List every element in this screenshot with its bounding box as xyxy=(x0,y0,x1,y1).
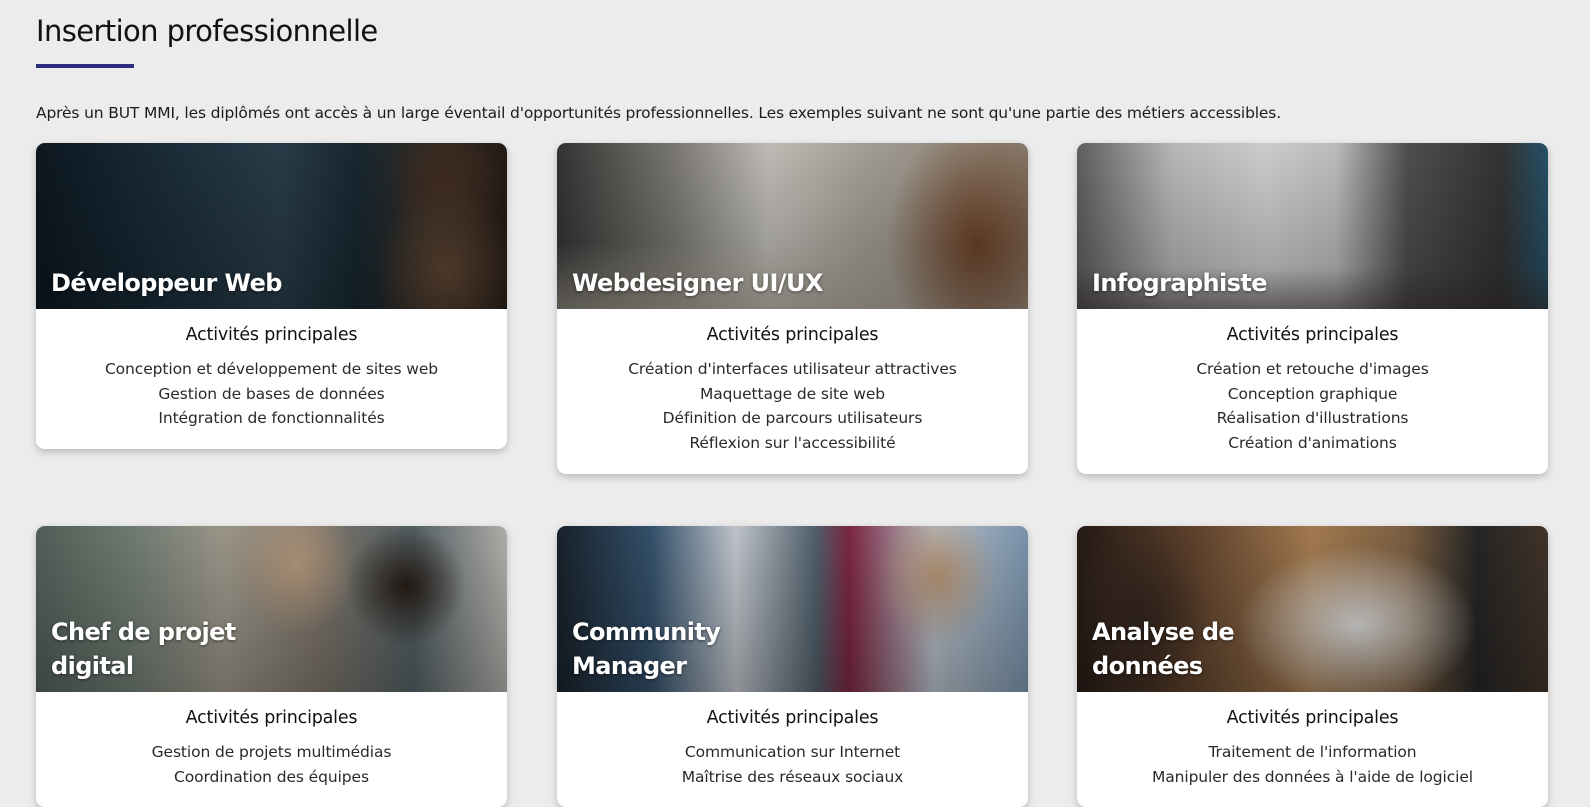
activity-item: Gestion de projets multimédias xyxy=(151,743,392,761)
activity-list: Communication sur Internet Maîtrise des … xyxy=(567,740,1018,789)
card-title: Community Manager xyxy=(572,618,721,680)
card-image: Analyse de données xyxy=(1077,526,1548,692)
activity-list: Création d'interfaces utilisateur attrac… xyxy=(567,357,1018,456)
activity-item: Coordination des équipes xyxy=(174,767,369,786)
activity-item: Conception graphique xyxy=(1227,384,1398,403)
activity-item: Réflexion sur l'accessibilité xyxy=(689,434,896,453)
card-title: Webdesigner UI/UX xyxy=(572,269,823,297)
card-image: Développeur Web xyxy=(36,143,507,309)
activity-item: Communication sur Internet xyxy=(684,743,901,761)
activity-item: Maîtrise des réseaux sociaux xyxy=(681,767,904,786)
intro-text: Après un BUT MMI, les diplômés ont accès… xyxy=(36,104,1282,122)
activity-item: Maquettage de site web xyxy=(699,384,886,403)
activity-item: Gestion de bases de données xyxy=(158,384,385,403)
activity-item: Création d'animations xyxy=(1228,434,1397,453)
card-title: Développeur Web xyxy=(51,269,282,297)
activity-list: Gestion de projets multimédias Coordinat… xyxy=(46,740,497,789)
card-image: Community Manager xyxy=(557,526,1028,692)
card-subtitle: Activités principales xyxy=(185,325,358,345)
job-card-webdesigner: Webdesigner UI/UX Activités principales … xyxy=(557,143,1028,474)
job-card-chef-de-projet: Chef de projet digital Activités princip… xyxy=(36,526,507,807)
card-body: Activités principales Gestion de projets… xyxy=(36,692,507,807)
card-body: Activités principales Création d'interfa… xyxy=(557,309,1028,474)
job-card-analyse-de-donnees: Analyse de données Activités principales… xyxy=(1077,526,1548,807)
activity-list: Traitement de l'information Manipuler de… xyxy=(1087,740,1538,789)
activity-item: Manipuler des données à l'aide de logici… xyxy=(1151,767,1474,786)
activity-item: Intégration de fonctionnalités xyxy=(158,409,385,428)
card-title: Infographiste xyxy=(1092,269,1267,297)
job-card-developpeur-web: Développeur Web Activités principales Co… xyxy=(36,143,507,450)
job-card-infographiste: Infographiste Activités principales Créa… xyxy=(1077,143,1548,474)
card-title: Chef de projet digital xyxy=(51,618,236,680)
card-image: Chef de projet digital xyxy=(36,526,507,692)
activity-item: Création d'interfaces utilisateur attrac… xyxy=(628,360,957,378)
activity-item: Création et retouche d'images xyxy=(1196,360,1429,378)
activity-item: Traitement de l'information xyxy=(1208,743,1417,761)
activity-list: Création et retouche d'images Conception… xyxy=(1087,357,1538,456)
activity-item: Réalisation d'illustrations xyxy=(1216,409,1409,428)
title-underline xyxy=(36,64,134,68)
card-body: Activités principales Traitement de l'in… xyxy=(1077,692,1548,807)
activity-item: Définition de parcours utilisateurs xyxy=(662,409,923,428)
activity-item: Conception et développement de sites web xyxy=(104,360,439,378)
card-image: Webdesigner UI/UX xyxy=(557,143,1028,309)
card-subtitle: Activités principales xyxy=(706,325,879,345)
job-card-community-manager: Community Manager Activités principales … xyxy=(557,526,1028,807)
card-body: Activités principales Création et retouc… xyxy=(1077,309,1548,474)
activity-list: Conception et développement de sites web… xyxy=(46,357,497,431)
card-subtitle: Activités principales xyxy=(185,708,358,728)
card-subtitle: Activités principales xyxy=(1226,708,1399,728)
card-title: Analyse de données xyxy=(1092,618,1235,680)
card-subtitle: Activités principales xyxy=(1226,325,1399,345)
card-subtitle: Activités principales xyxy=(706,708,879,728)
section-title: Insertion professionnelle xyxy=(36,14,378,48)
card-image: Infographiste xyxy=(1077,143,1548,309)
card-body: Activités principales Conception et déve… xyxy=(36,309,507,449)
card-body: Activités principales Communication sur … xyxy=(557,692,1028,807)
